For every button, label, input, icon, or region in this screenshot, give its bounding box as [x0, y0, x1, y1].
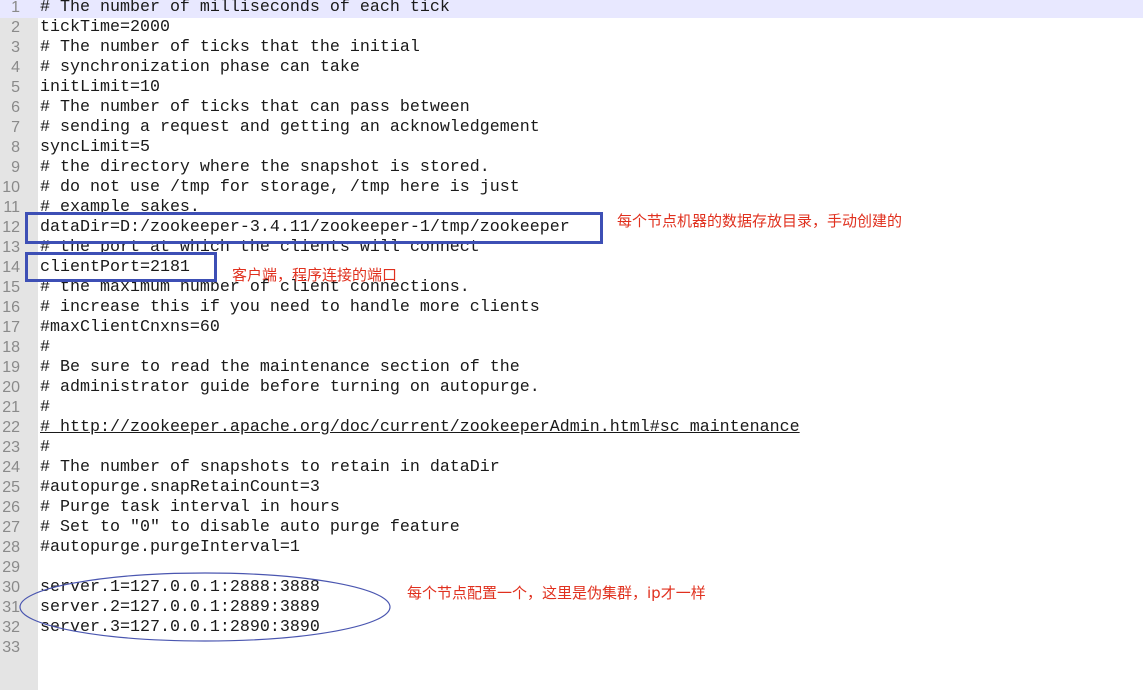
editor-line[interactable]: 26 # Purge task interval in hours: [0, 498, 1143, 518]
line-number: 29: [2, 559, 20, 576]
line-text: # Set to "0" to disable auto purge featu…: [40, 518, 460, 537]
line-number: 4: [11, 59, 20, 76]
line-number: 8: [11, 139, 20, 156]
line-number: 7: [11, 119, 20, 136]
line-text: # The number of snapshots to retain in d…: [40, 458, 500, 477]
line-text: server.1=127.0.0.1:2888:3888: [40, 578, 320, 597]
line-text: # Purge task interval in hours: [40, 498, 340, 517]
line-text: #: [40, 398, 50, 417]
line-number: 23: [2, 439, 20, 456]
line-number: 30: [2, 579, 20, 596]
editor-line[interactable]: 27 # Set to "0" to disable auto purge fea…: [0, 518, 1143, 538]
line-number: 25: [2, 479, 20, 496]
line-number: 1: [11, 0, 20, 16]
line-text: #maxClientCnxns=60: [40, 318, 220, 337]
editor-line[interactable]: 19 # Be sure to read the maintenance sect…: [0, 358, 1143, 378]
editor-line[interactable]: 29: [0, 558, 1143, 578]
line-text: # the directory where the snapshot is st…: [40, 158, 490, 177]
editor-line[interactable]: 9 # the directory where the snapshot is s…: [0, 158, 1143, 178]
line-number: 11: [3, 199, 20, 216]
line-number: 20: [2, 379, 20, 396]
line-number: 9: [11, 159, 20, 176]
datadir-annotation: 每个节点机器的数据存放目录，手动创建的: [617, 212, 903, 230]
line-text: server.2=127.0.0.1:2889:3889: [40, 598, 320, 617]
editor-line[interactable]: 5 initLimit=10: [0, 78, 1143, 98]
editor-line[interactable]: 8 syncLimit=5: [0, 138, 1143, 158]
line-number: 10: [2, 179, 20, 196]
line-text: #autopurge.purgeInterval=1: [40, 538, 300, 557]
line-number: 28: [2, 539, 20, 556]
line-number: 21: [2, 399, 20, 416]
editor-line[interactable]: 6 # The number of ticks that can pass bet…: [0, 98, 1143, 118]
line-number: 19: [2, 359, 20, 376]
editor-line[interactable]: 33: [0, 638, 1143, 658]
editor-line[interactable]: 20 # administrator guide before turning o…: [0, 378, 1143, 398]
line-number: 31: [2, 599, 20, 616]
line-text: # synchronization phase can take: [40, 58, 360, 77]
line-number: 22: [2, 419, 20, 436]
line-text: # do not use /tmp for storage, /tmp here…: [40, 178, 520, 197]
line-text: # The number of ticks that the initial: [40, 38, 420, 57]
line-number: 14: [2, 259, 20, 276]
line-text: tickTime=2000: [40, 18, 170, 37]
line-number: 13: [2, 239, 20, 256]
editor-line[interactable]: 10 # do not use /tmp for storage, /tmp he…: [0, 178, 1143, 198]
editor-line[interactable]: 3 # The number of ticks that the initial: [0, 38, 1143, 58]
servers-annotation: 每个节点配置一个，这里是伪集群，ip才一样: [407, 584, 706, 602]
editor-line[interactable]: 18 #: [0, 338, 1143, 358]
line-number: 27: [2, 519, 20, 536]
editor-line[interactable]: 2 tickTime=2000: [0, 18, 1143, 38]
line-text: server.3=127.0.0.1:2890:3890: [40, 618, 320, 637]
editor-line[interactable]: 25 #autopurge.snapRetainCount=3: [0, 478, 1143, 498]
line-text: #: [40, 338, 50, 357]
line-number: 12: [2, 219, 20, 236]
editor-line[interactable]: 32 server.3=127.0.0.1:2890:3890: [0, 618, 1143, 638]
line-number: 32: [2, 619, 20, 636]
line-text: # http://zookeeper.apache.org/doc/curren…: [40, 418, 800, 437]
line-number: 26: [2, 499, 20, 516]
line-number: 16: [2, 299, 20, 316]
editor-line[interactable]: 22 # http://zookeeper.apache.org/doc/curr…: [0, 418, 1143, 438]
line-number: 33: [2, 639, 20, 656]
line-number: 2: [11, 19, 20, 36]
editor-line[interactable]: 7 # sending a request and getting an ackn…: [0, 118, 1143, 138]
line-number: 18: [2, 339, 20, 356]
editor-line[interactable]: 24 # The number of snapshots to retain in…: [0, 458, 1143, 478]
editor-line[interactable]: 23 #: [0, 438, 1143, 458]
clientport-highlight-box: [25, 252, 217, 282]
line-number: 17: [2, 319, 20, 336]
editor-line[interactable]: 4 # synchronization phase can take: [0, 58, 1143, 78]
line-number: 5: [11, 79, 20, 96]
line-text: initLimit=10: [40, 78, 160, 97]
editor-line[interactable]: 17 #maxClientCnxns=60: [0, 318, 1143, 338]
editor-line[interactable]: 28 #autopurge.purgeInterval=1: [0, 538, 1143, 558]
line-text: # administrator guide before turning on …: [40, 378, 540, 397]
text-editor[interactable]: 1 # The number of milliseconds of each ti…: [0, 0, 1143, 658]
line-text: #: [40, 438, 50, 457]
editor-line[interactable]: 1 # The number of milliseconds of each ti…: [0, 0, 1143, 18]
clientport-annotation: 客户端，程序连接的端口: [232, 266, 398, 284]
line-text: # Be sure to read the maintenance sectio…: [40, 358, 520, 377]
line-text: # The number of milliseconds of each tic…: [40, 0, 450, 17]
datadir-highlight-box: [25, 212, 603, 244]
line-text: # increase this if you need to handle mo…: [40, 298, 540, 317]
line-number: 6: [11, 99, 20, 116]
editor-line[interactable]: 21 #: [0, 398, 1143, 418]
editor-line[interactable]: 16 # increase this if you need to handle …: [0, 298, 1143, 318]
line-text: # The number of ticks that can pass betw…: [40, 98, 470, 117]
line-text: # sending a request and getting an ackno…: [40, 118, 540, 137]
line-text: syncLimit=5: [40, 138, 150, 157]
line-number: 3: [11, 39, 20, 56]
line-number: 24: [2, 459, 20, 476]
line-number: 15: [2, 279, 20, 296]
line-text: #autopurge.snapRetainCount=3: [40, 478, 320, 497]
